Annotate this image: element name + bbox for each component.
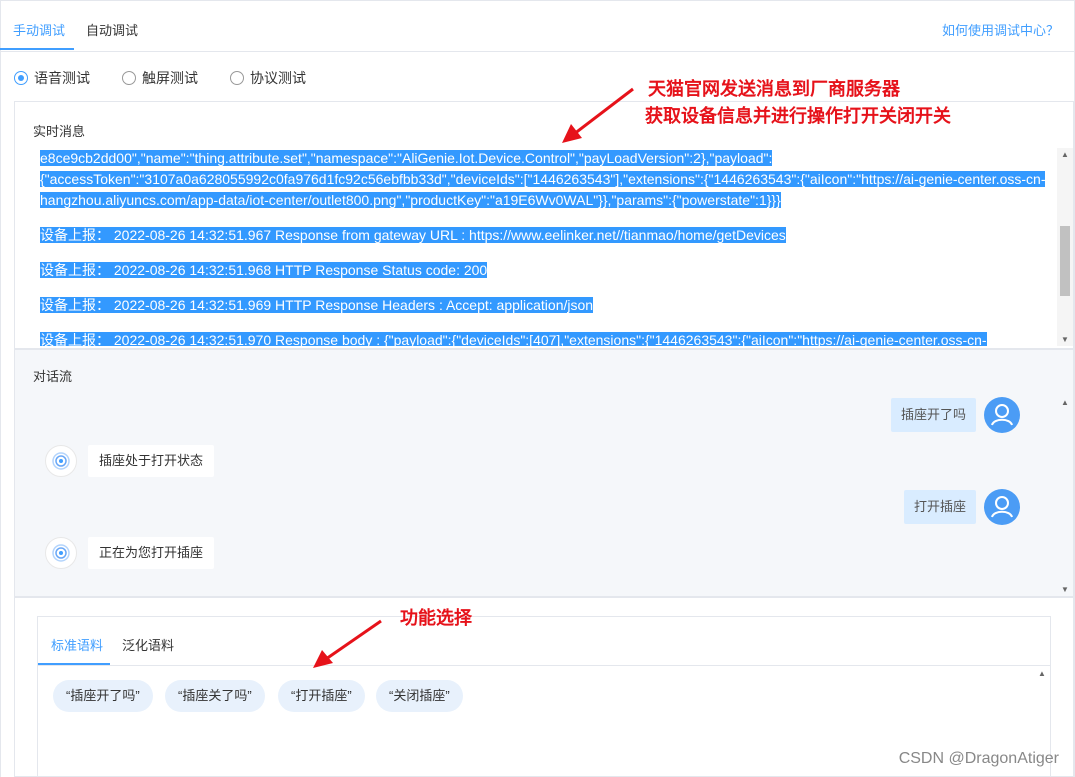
arrowhead-icon xyxy=(562,124,582,143)
annotation-arrows xyxy=(313,87,634,668)
arrowhead-icon xyxy=(313,650,333,668)
watermark: CSDN @DragonAtiger xyxy=(898,750,1059,767)
annotation-arrow-icon xyxy=(573,87,634,136)
annotation-arrow-icon xyxy=(325,619,382,661)
